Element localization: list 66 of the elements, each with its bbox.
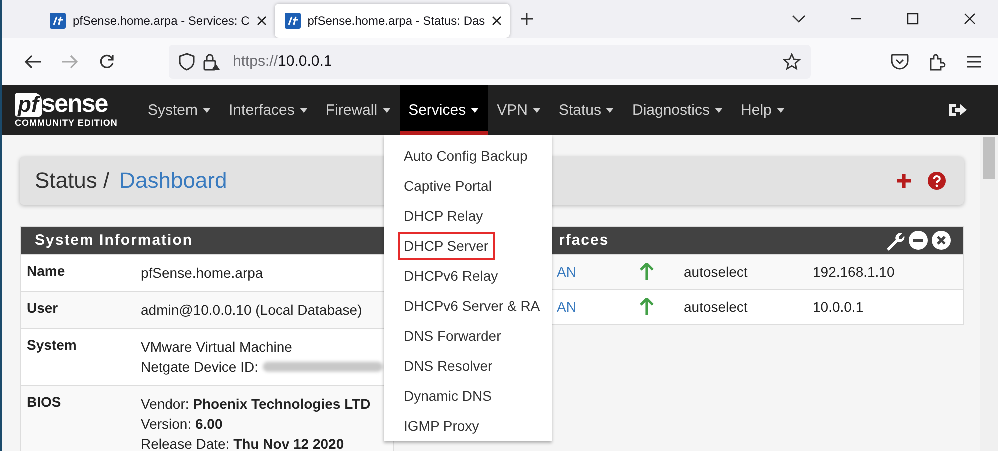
dropdown-item[interactable]: DNS Resolver xyxy=(384,351,552,381)
caret-icon xyxy=(300,108,308,112)
breadcrumb-section[interactable]: Status / xyxy=(35,168,110,194)
lock-icon[interactable] xyxy=(203,52,221,70)
browser-tab[interactable]: pfSense.home.arpa - Services: C xyxy=(40,4,275,38)
dropdown-item[interactable]: Auto Config Backup xyxy=(384,141,552,171)
wrench-icon[interactable] xyxy=(885,230,905,250)
star-icon[interactable] xyxy=(783,52,801,70)
nav-menu-item[interactable]: Services xyxy=(400,85,488,135)
nav-menu-item[interactable]: Status xyxy=(550,85,624,135)
caret-icon xyxy=(471,108,480,112)
scroll-thumb[interactable] xyxy=(983,137,995,179)
add-icon[interactable] xyxy=(896,173,912,189)
row-label: User xyxy=(27,300,60,318)
nav-menu-item[interactable]: VPN xyxy=(488,85,550,135)
row-label: BIOS xyxy=(27,394,62,412)
row-value: admin@10.0.0.10 (Local Database) xyxy=(141,301,362,320)
interface-link[interactable]: AN xyxy=(557,299,639,315)
row-value: Netgate Device ID: xyxy=(141,358,258,377)
help-icon[interactable] xyxy=(928,172,946,190)
favicon-icon xyxy=(50,13,66,29)
pfsense-logo[interactable]: pfsense COMMUNITY EDITION xyxy=(15,85,127,135)
dropdown-item[interactable]: DHCPv6 Relay xyxy=(384,261,552,291)
row-label: Name xyxy=(27,263,66,281)
table-cell: 10.0.0.1 xyxy=(813,299,864,315)
favicon-icon xyxy=(284,13,301,29)
caret-icon xyxy=(776,108,785,112)
caret-icon xyxy=(532,108,541,112)
table-cell-text: autoselect xyxy=(684,264,749,280)
caret-icon xyxy=(382,108,391,112)
row-value: VMware Virtual Machine xyxy=(141,338,292,357)
panel-title: System Information xyxy=(35,232,194,249)
url-text: https://10.0.0.1 xyxy=(233,53,332,70)
row-value: Release Date: Thu Nov 12 2020 xyxy=(141,435,344,451)
table-cell: 192.168.1.10 xyxy=(813,264,895,280)
close-icon[interactable] xyxy=(492,16,502,26)
close-icon[interactable] xyxy=(256,16,267,26)
row-value: pfSense.home.arpa xyxy=(141,264,264,283)
dropdown-item[interactable]: DNS Forwarder xyxy=(384,321,552,351)
dropdown-item[interactable]: IGMP Proxy xyxy=(384,411,552,441)
new-tab-icon[interactable] xyxy=(520,12,534,26)
dropdown-item[interactable]: Dynamic DNS xyxy=(384,381,552,411)
nav-menu-item[interactable]: Diagnostics xyxy=(623,85,732,135)
nav-menu-item[interactable]: Interfaces xyxy=(220,85,317,135)
browser-tab[interactable]: pfSense.home.arpa - Status: Das xyxy=(274,4,510,38)
nav-menu-item[interactable]: System xyxy=(139,85,220,135)
table-cell-text: autoselect xyxy=(684,299,749,315)
row-label: System xyxy=(27,337,78,355)
dropdown-item[interactable]: DHCP Relay xyxy=(384,201,552,231)
row-value: Vendor: Phoenix Technologies LTD xyxy=(141,395,371,414)
caret-icon xyxy=(715,108,724,112)
dropdown-item[interactable]: DHCP Server xyxy=(384,231,552,261)
panel-title: rfaces xyxy=(559,232,610,249)
nav-menu-item[interactable]: Firewall xyxy=(316,85,400,135)
minimize-panel-icon[interactable] xyxy=(909,231,928,250)
address-bar[interactable]: https://10.0.0.1 xyxy=(169,44,811,78)
interface-link[interactable]: AN xyxy=(557,264,639,280)
close-panel-icon[interactable] xyxy=(932,231,951,250)
shield-icon[interactable] xyxy=(179,52,195,70)
dropdown-item[interactable]: Captive Portal xyxy=(384,171,552,201)
caret-icon xyxy=(606,108,614,112)
caret-icon xyxy=(203,108,212,112)
row-value: Version: 6.00 xyxy=(141,415,223,434)
scrollbar[interactable] xyxy=(980,135,998,451)
nav-menu-item[interactable]: Help xyxy=(732,85,794,135)
dropdown-item[interactable]: DHCPv6 Server & RA xyxy=(384,291,552,321)
